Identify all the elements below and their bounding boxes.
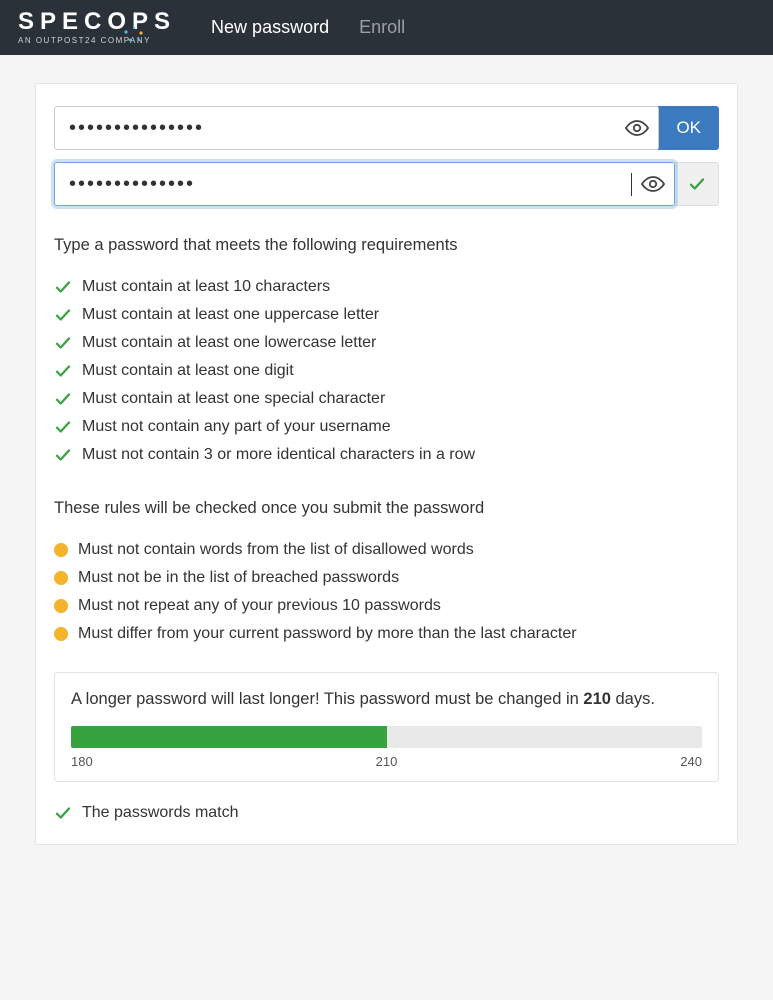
check-icon <box>54 446 72 464</box>
requirements-title: Type a password that meets the following… <box>54 236 719 255</box>
nav-enroll[interactable]: Enroll <box>359 17 405 38</box>
toggle-visibility-button-1[interactable] <box>616 116 658 140</box>
password-input-2[interactable] <box>55 173 632 196</box>
pending-dot-icon <box>54 543 68 557</box>
nav-new-password[interactable]: New password <box>211 17 329 38</box>
pending-title: These rules will be checked once you sub… <box>54 499 719 518</box>
rule-text: Must contain at least one uppercase lett… <box>82 306 379 324</box>
rule-item: Must contain at least 10 characters <box>54 273 719 301</box>
pending-dot-icon <box>54 599 68 613</box>
rule-item: Must contain at least one digit <box>54 357 719 385</box>
rule-item: Must contain at least one uppercase lett… <box>54 301 719 329</box>
rule-text: Must contain at least 10 characters <box>82 278 330 296</box>
password-input-wrap-1 <box>54 106 659 150</box>
rule-item: Must not contain any part of your userna… <box>54 413 719 441</box>
top-nav: New password Enroll <box>211 17 405 38</box>
confirm-check-indicator <box>675 162 719 206</box>
requirements-list: Must contain at least 10 characters Must… <box>54 273 719 469</box>
rule-text: Must differ from your current password b… <box>78 625 577 643</box>
rule-text: Must not contain words from the list of … <box>78 541 474 559</box>
password-card: OK Type a password that meets the follow… <box>35 83 738 845</box>
expiry-progress-fill <box>71 726 387 748</box>
pending-item: Must not contain words from the list of … <box>54 536 719 564</box>
rule-text: Must contain at least one digit <box>82 362 294 380</box>
logo-dots-icon <box>124 24 144 44</box>
pending-dot-icon <box>54 571 68 585</box>
pending-list: Must not contain words from the list of … <box>54 536 719 648</box>
check-icon <box>54 306 72 324</box>
expiry-progress-bar <box>71 726 702 748</box>
check-icon <box>54 390 72 408</box>
rule-text: Must contain at least one special charac… <box>82 390 385 408</box>
expiry-scale: 180 210 240 <box>71 754 702 769</box>
scale-max: 240 <box>680 754 702 769</box>
password-row-2 <box>54 162 719 206</box>
pending-item: Must not repeat any of your previous 10 … <box>54 592 719 620</box>
logo-subtitle: AN OUTPOST24 COMPANY <box>18 36 176 45</box>
rule-text: Must contain at least one lowercase lett… <box>82 334 376 352</box>
scale-min: 180 <box>71 754 93 769</box>
logo-text: SPECOPS <box>18 10 176 34</box>
rule-item: Must contain at least one lowercase lett… <box>54 329 719 357</box>
password-input-wrap-2 <box>54 162 675 206</box>
password-input-1[interactable] <box>55 117 616 140</box>
eye-icon <box>625 116 649 140</box>
eye-icon <box>641 172 665 196</box>
expiry-message: A longer password will last longer! This… <box>71 687 702 712</box>
check-icon <box>54 418 72 436</box>
rule-text: Must not contain any part of your userna… <box>82 418 391 436</box>
rule-text: Must not repeat any of your previous 10 … <box>78 597 441 615</box>
check-icon <box>54 334 72 352</box>
pending-item: Must differ from your current password b… <box>54 620 719 648</box>
passwords-match-indicator: The passwords match <box>54 804 719 822</box>
rule-text: Must not contain 3 or more identical cha… <box>82 446 475 464</box>
pending-item: Must not be in the list of breached pass… <box>54 564 719 592</box>
expiry-days: 210 <box>583 690 611 708</box>
ok-button[interactable]: OK <box>658 106 719 150</box>
password-row-1: OK <box>54 106 719 150</box>
rule-text: Must not be in the list of breached pass… <box>78 569 399 587</box>
rule-item: Must contain at least one special charac… <box>54 385 719 413</box>
logo: SPECOPS AN OUTPOST24 COMPANY <box>18 10 176 45</box>
app-header: SPECOPS AN OUTPOST24 COMPANY New passwor… <box>0 0 773 55</box>
check-icon <box>688 175 706 193</box>
scale-mid: 210 <box>376 754 398 769</box>
password-expiry-panel: A longer password will last longer! This… <box>54 672 719 782</box>
check-icon <box>54 362 72 380</box>
check-icon <box>54 278 72 296</box>
check-icon <box>54 804 72 822</box>
toggle-visibility-button-2[interactable] <box>632 172 674 196</box>
rule-item: Must not contain 3 or more identical cha… <box>54 441 719 469</box>
pending-dot-icon <box>54 627 68 641</box>
match-label: The passwords match <box>82 804 239 822</box>
